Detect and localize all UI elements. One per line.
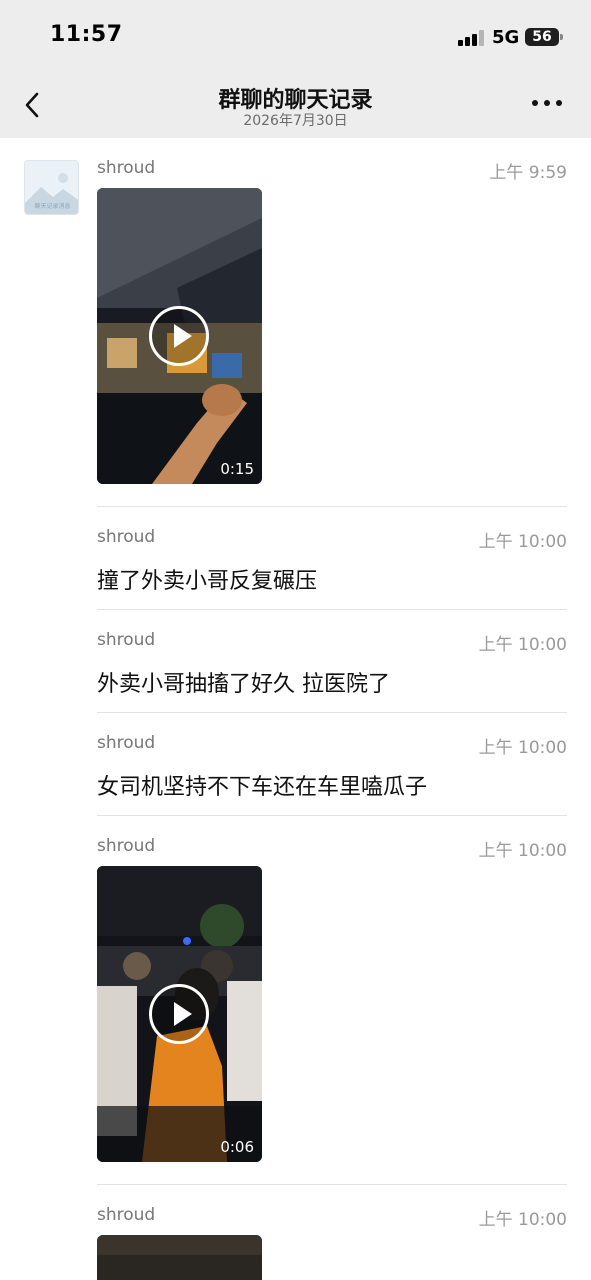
message-video: shroud 上午 10:00 0:06 xyxy=(97,836,567,1166)
video-thumbnail[interactable] xyxy=(97,1235,262,1280)
message-video: shroud 上午 9:59 0:15 xyxy=(97,158,567,488)
divider xyxy=(97,712,567,713)
message-text: shroud 上午 10:00 撞了外卖小哥反复碾压 xyxy=(97,527,567,597)
message-time: 上午 10:00 xyxy=(478,738,567,758)
message-time: 上午 9:59 xyxy=(489,163,567,183)
message-body: 撞了外卖小哥反复碾压 xyxy=(97,569,318,594)
message-sender: shroud xyxy=(97,630,156,650)
divider xyxy=(97,815,567,816)
message-sender: shroud xyxy=(97,527,156,547)
message-body: 女司机坚持不下车还在车里嗑瓜子 xyxy=(97,775,428,800)
video-duration: 0:06 xyxy=(220,1138,254,1156)
status-bar: 11:57 5G 56 xyxy=(0,0,591,72)
message-sender: shroud xyxy=(97,836,156,856)
video-thumbnail[interactable]: 0:06 xyxy=(97,866,262,1162)
video-thumbnail[interactable]: 0:15 xyxy=(97,188,262,484)
nav-bar: 群聊的聊天记录 2026年7月30日 xyxy=(0,72,591,138)
play-icon[interactable] xyxy=(149,984,209,1044)
avatar[interactable]: 聊天记录消息 xyxy=(24,160,79,215)
video-duration: 0:15 xyxy=(220,460,254,478)
message-sender: shroud xyxy=(97,1205,156,1225)
message-video: shroud 上午 10:00 xyxy=(97,1205,567,1280)
message-time: 上午 10:00 xyxy=(478,841,567,861)
divider xyxy=(97,609,567,610)
message-time: 上午 10:00 xyxy=(478,532,567,552)
signal-icon xyxy=(458,30,484,46)
divider xyxy=(97,1184,567,1185)
play-icon[interactable] xyxy=(149,306,209,366)
message-text: shroud 上午 10:00 女司机坚持不下车还在车里嗑瓜子 xyxy=(97,733,567,803)
message-body: 外卖小哥抽搐了好久 拉医院了 xyxy=(97,672,390,697)
more-dots-icon[interactable] xyxy=(532,100,564,108)
message-sender: shroud xyxy=(97,733,156,753)
status-time: 11:57 xyxy=(50,22,123,47)
page-subtitle: 2026年7月30日 xyxy=(243,113,348,129)
divider xyxy=(97,506,567,507)
avatar-label: 聊天记录消息 xyxy=(34,202,70,210)
message-text: shroud 上午 10:00 外卖小哥抽搐了好久 拉医院了 xyxy=(97,630,567,700)
video-frame xyxy=(97,1235,262,1280)
battery-icon: 56 xyxy=(525,28,563,46)
message-sender: shroud xyxy=(97,158,156,178)
network-type: 5G xyxy=(492,27,520,48)
message-time: 上午 10:00 xyxy=(478,635,567,655)
image-placeholder-icon: 聊天记录消息 xyxy=(25,161,78,214)
message-time: 上午 10:00 xyxy=(478,1210,567,1230)
